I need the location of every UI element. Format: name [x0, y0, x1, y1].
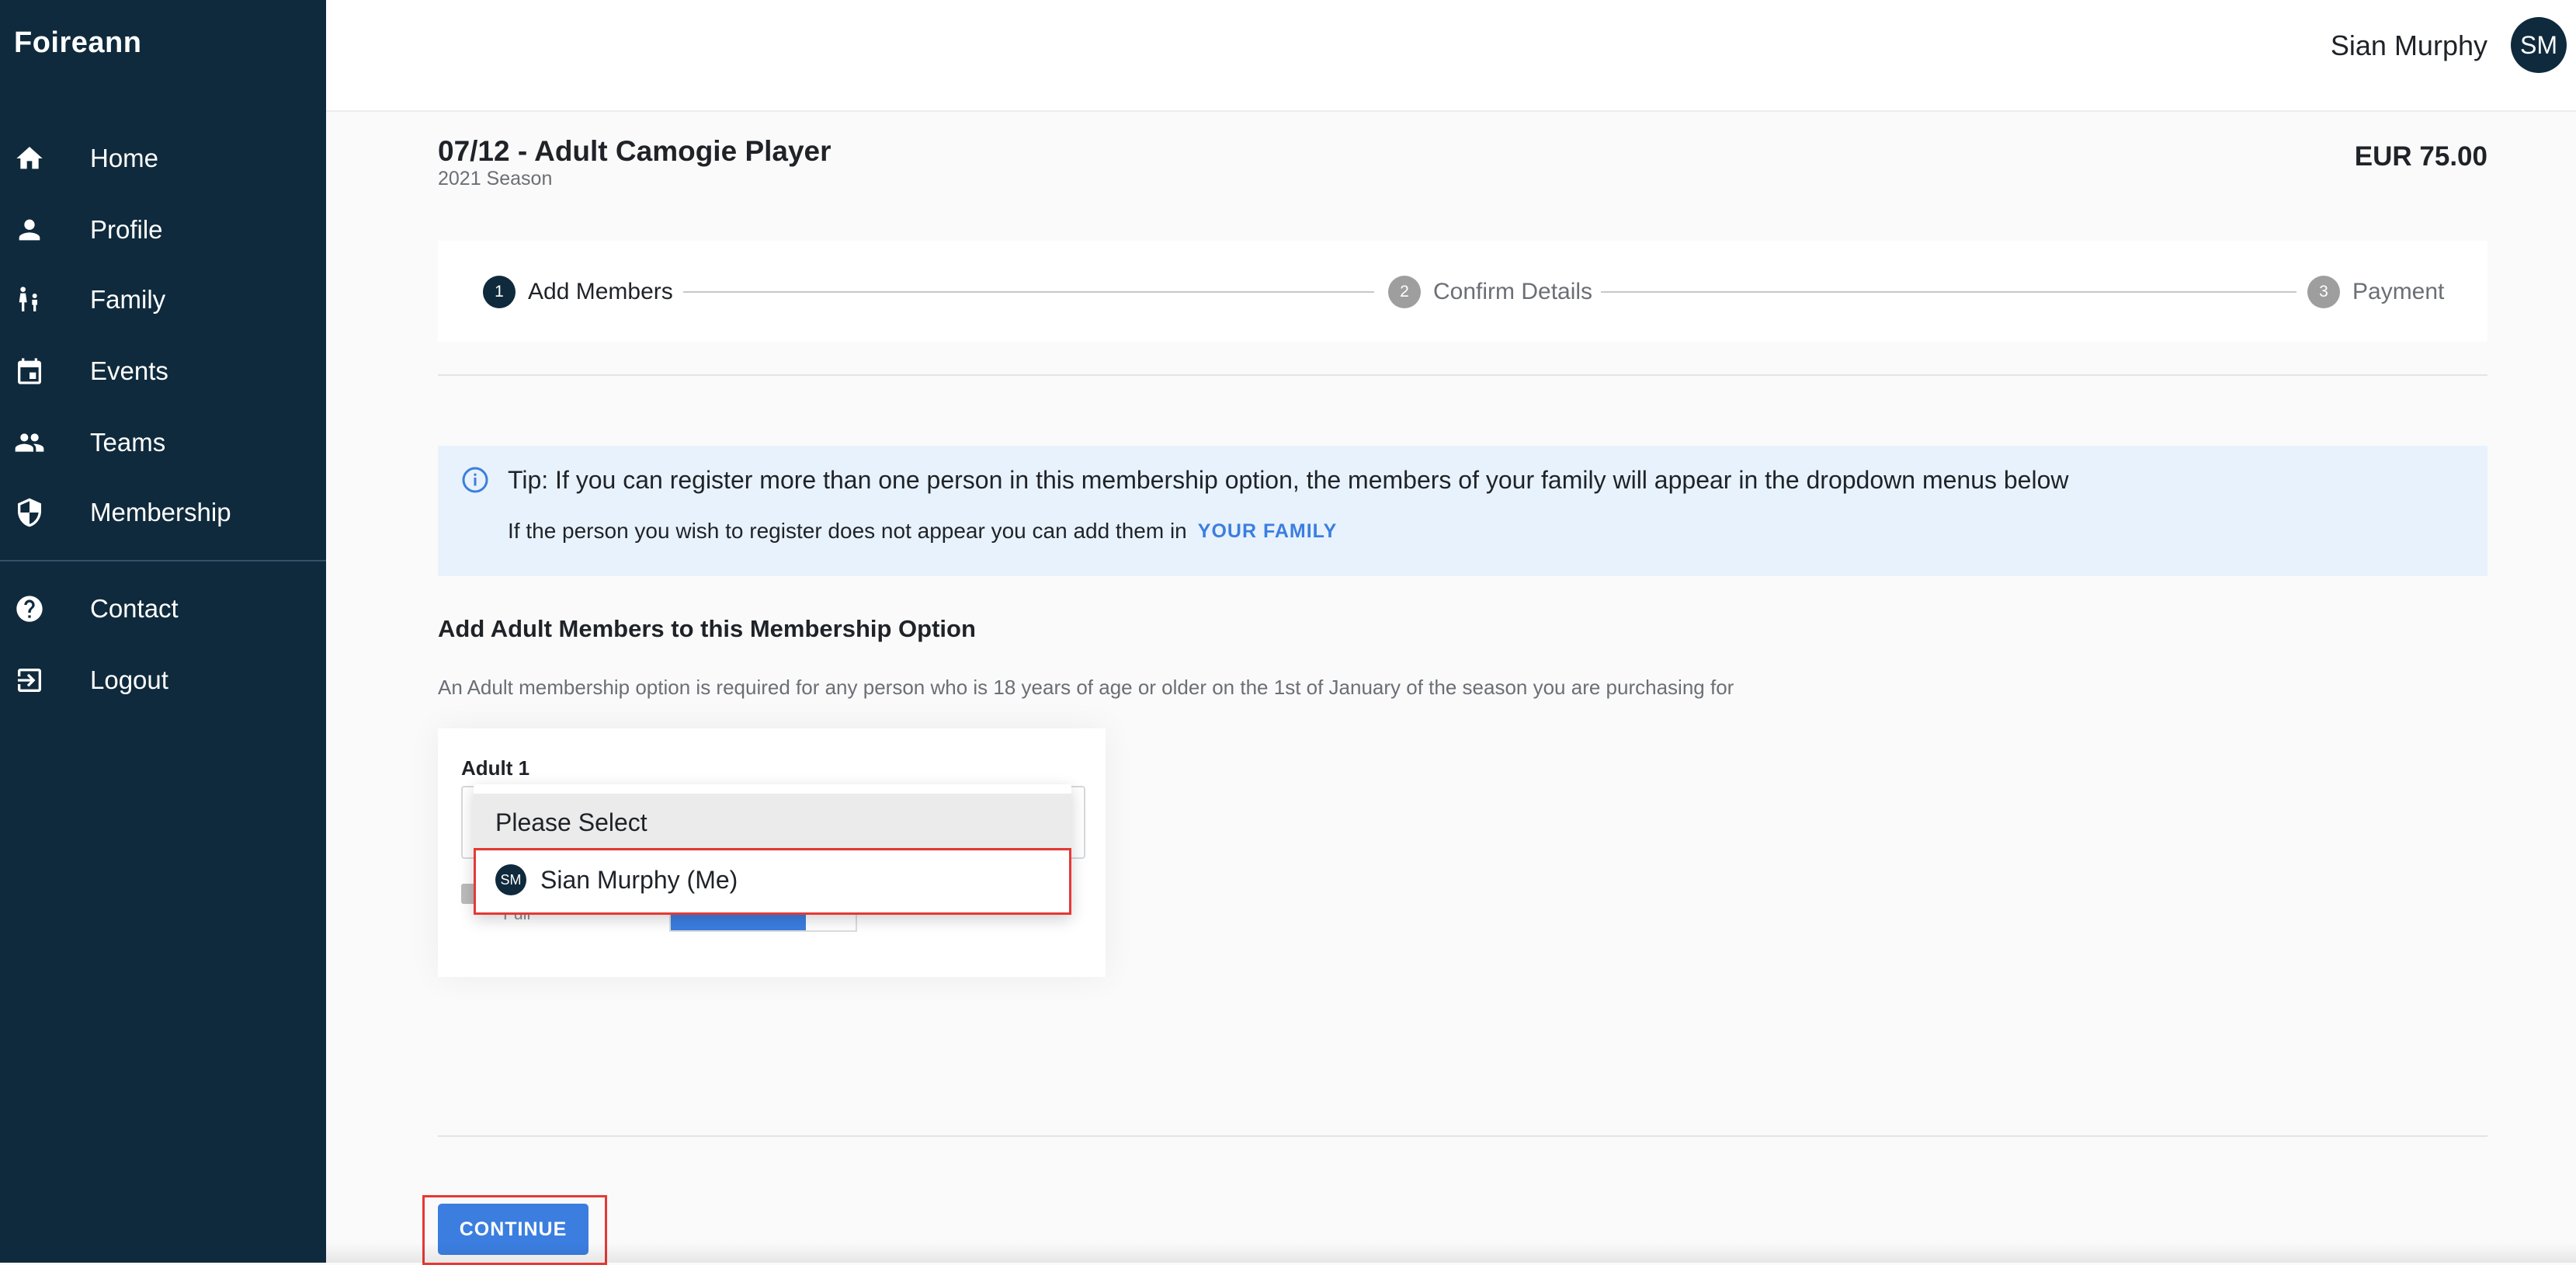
section-description: An Adult membership option is required f… [438, 676, 1734, 699]
bottom-shadow [326, 1242, 2576, 1263]
tip-subtext: If the person you wish to register does … [508, 519, 1337, 544]
page-title: 07/12 - Adult Camogie Player [438, 135, 831, 167]
shield-icon [14, 497, 45, 528]
section-title: Add Adult Members to this Membership Opt… [438, 615, 976, 642]
sidebar-item-label: Teams [90, 428, 166, 457]
brand-logo: Foireann [14, 26, 142, 59]
user-name[interactable]: Sian Murphy [2331, 30, 2487, 62]
step-add-members: 1 Add Members [483, 276, 673, 308]
sidebar-item-label: Family [90, 285, 166, 314]
divider [438, 1135, 2487, 1137]
step-label: Payment [2352, 279, 2445, 304]
step-confirm-details: 2 Confirm Details [1388, 276, 1592, 308]
sidebar-divider [0, 560, 326, 561]
step-label: Add Members [528, 279, 673, 304]
sidebar-item-membership[interactable]: Membership [0, 481, 326, 544]
divider [438, 374, 2487, 376]
dropdown-option-label: Please Select [495, 808, 647, 836]
logout-icon [14, 665, 45, 696]
sidebar: Foireann Home Profile Family Events Team… [0, 0, 326, 1263]
sidebar-item-teams[interactable]: Teams [0, 412, 326, 474]
dropdown-option-please-select[interactable]: Please Select [474, 794, 1071, 851]
sidebar-item-events[interactable]: Events [0, 340, 326, 402]
person-icon [14, 214, 45, 245]
sidebar-item-logout[interactable]: Logout [0, 649, 326, 711]
family-icon [14, 284, 45, 315]
your-family-link[interactable]: YOUR FAMILY [1198, 520, 1338, 543]
sidebar-item-label: Contact [90, 594, 179, 623]
step-number: 3 [2307, 276, 2340, 308]
tip-alert: Tip: If you can register more than one p… [438, 446, 2487, 576]
help-icon [14, 593, 45, 624]
sidebar-item-label: Events [90, 356, 168, 385]
sidebar-item-contact[interactable]: Contact [0, 578, 326, 640]
tip-text: Tip: If you can register more than one p… [508, 466, 2069, 494]
sidebar-item-label: Home [90, 144, 159, 172]
adult-label: Adult 1 [461, 756, 530, 780]
season-label: 2021 Season [438, 168, 553, 189]
step-number: 1 [483, 276, 516, 308]
progress-stepper: 1 Add Members 2 Confirm Details 3 Paymen… [438, 241, 2487, 342]
step-payment: 3 Payment [2307, 276, 2444, 308]
step-label: Confirm Details [1433, 279, 1593, 304]
sidebar-item-label: Profile [90, 215, 163, 244]
sidebar-item-home[interactable]: Home [0, 127, 326, 189]
sidebar-item-family[interactable]: Family [0, 269, 326, 331]
step-number: 2 [1388, 276, 1421, 308]
avatar[interactable]: SM [2511, 17, 2567, 73]
step-connector [683, 291, 1374, 293]
price-label: EUR 75.00 [2354, 141, 2487, 172]
top-bar: Sian Murphy SM [326, 0, 2576, 112]
sidebar-item-label: Logout [90, 666, 168, 694]
sidebar-item-profile[interactable]: Profile [0, 199, 326, 261]
highlight-box [474, 848, 1071, 915]
group-icon [14, 427, 45, 458]
tip-subtext-label: If the person you wish to register does … [508, 519, 1187, 543]
info-icon [462, 467, 488, 493]
home-icon [14, 143, 45, 174]
sidebar-item-label: Membership [90, 498, 231, 527]
calendar-icon [14, 356, 45, 387]
step-connector [1601, 291, 2297, 293]
